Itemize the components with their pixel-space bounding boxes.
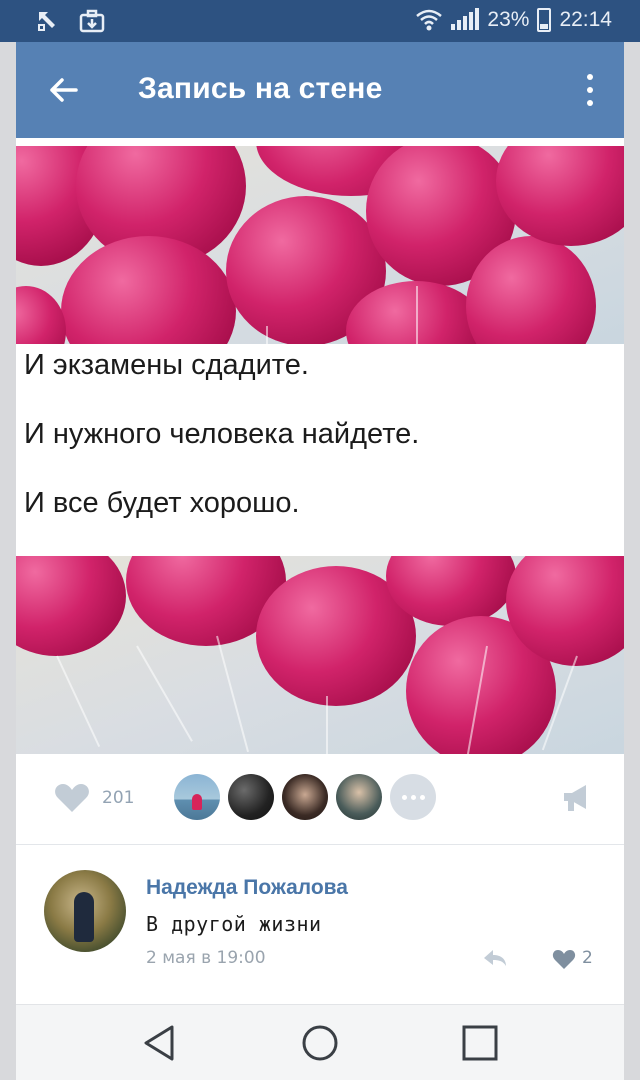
briefcase-icon xyxy=(78,8,106,34)
post-image-top[interactable] xyxy=(16,146,624,344)
nav-home-button[interactable] xyxy=(298,1021,342,1065)
heart-icon[interactable] xyxy=(552,948,576,970)
quote-line-1: И экзамены сдадите. xyxy=(24,349,309,381)
comment-likes-count: 2 xyxy=(582,948,593,968)
clock: 22:14 xyxy=(559,8,612,31)
square-recent-icon xyxy=(462,1025,498,1061)
status-right-icons: 23% 22:14 xyxy=(415,7,612,33)
back-arrow-icon xyxy=(50,78,78,102)
post-image-bottom[interactable] xyxy=(16,556,624,754)
nav-back-button[interactable] xyxy=(138,1021,182,1065)
signal-icon xyxy=(451,8,480,30)
quote-line-3: И все будет хорошо. xyxy=(24,486,300,519)
comment-author[interactable]: Надежда Пожалова xyxy=(146,876,348,900)
battery-icon xyxy=(537,8,552,32)
system-nav-bar xyxy=(16,1004,624,1080)
more-options-button[interactable] xyxy=(580,70,600,110)
wall-post: И экзамены сдадите. И нужного человека н… xyxy=(16,138,624,1004)
circle-home-icon xyxy=(302,1025,338,1061)
reply-icon[interactable] xyxy=(482,948,508,968)
page-title: Запись на стене xyxy=(138,72,383,105)
avatar[interactable] xyxy=(228,774,274,820)
back-button[interactable] xyxy=(42,68,86,112)
app-bar: Запись на стене xyxy=(16,42,624,138)
status-left-icons xyxy=(34,8,106,34)
avatar[interactable] xyxy=(282,774,328,820)
status-bar: 23% 22:14 xyxy=(0,0,640,42)
wifi-icon xyxy=(415,7,443,33)
post-image-text: И экзамены сдадите. И нужного человека н… xyxy=(24,348,614,554)
liked-by-avatars[interactable] xyxy=(174,774,436,820)
comment-item: Надежда Пожалова В другой жизни 2 мая в … xyxy=(16,846,624,996)
battery-percent: 23% xyxy=(487,8,530,31)
post-actions: 201 xyxy=(16,754,624,844)
likes-count[interactable]: 201 xyxy=(102,788,134,808)
megaphone-icon[interactable] xyxy=(560,782,594,814)
heart-icon[interactable] xyxy=(54,782,90,814)
avatar[interactable] xyxy=(174,774,220,820)
sync-icon xyxy=(34,8,62,34)
nav-recent-button[interactable] xyxy=(458,1021,502,1065)
phone-screen: 23% 22:14 Запись на стене И экзамены сда… xyxy=(0,0,640,1080)
more-dots-icon[interactable] xyxy=(390,774,436,820)
avatar[interactable] xyxy=(336,774,382,820)
triangle-back-icon xyxy=(144,1025,174,1061)
comment-date: 2 мая в 19:00 xyxy=(146,948,266,968)
more-vertical-icon xyxy=(587,74,593,80)
quote-line-2: И нужного человека найдете. xyxy=(24,417,420,450)
comment-text: В другой жизни xyxy=(146,912,322,936)
divider xyxy=(16,844,624,845)
avatar[interactable] xyxy=(44,870,126,952)
